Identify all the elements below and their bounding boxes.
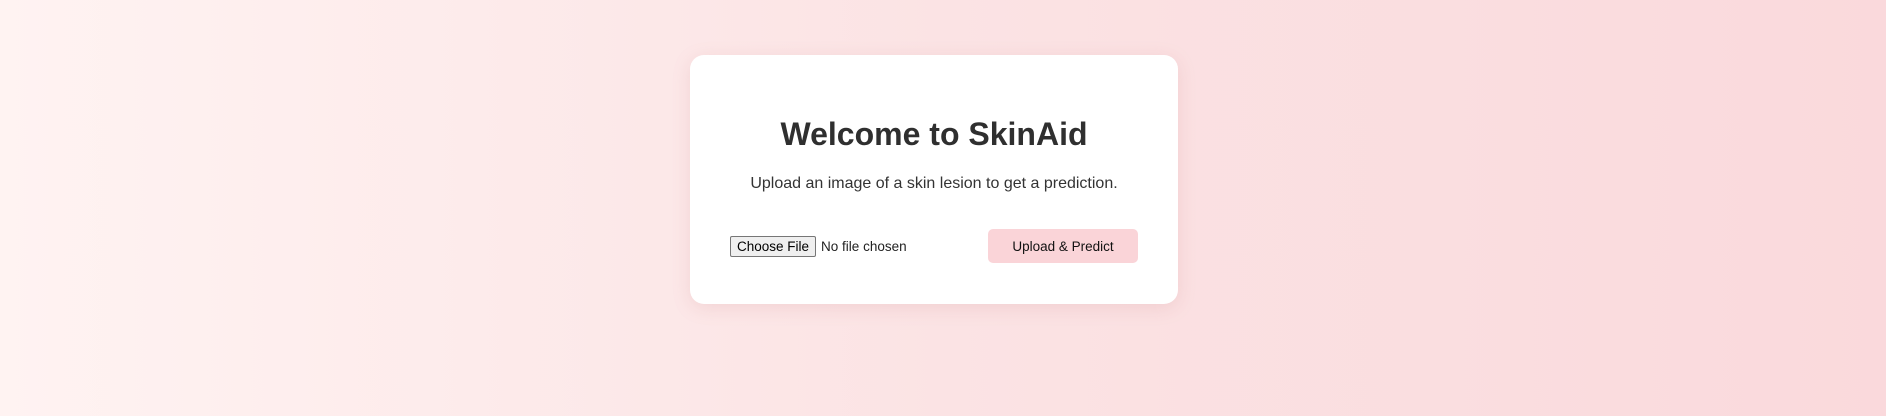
upload-predict-button[interactable]: Upload & Predict bbox=[988, 229, 1138, 263]
page-subtitle: Upload an image of a skin lesion to get … bbox=[750, 175, 1118, 192]
file-status-text: No file chosen bbox=[821, 239, 907, 254]
choose-file-button[interactable]: Choose File bbox=[730, 236, 817, 257]
upload-form: Choose File No file chosen Upload & Pred… bbox=[730, 229, 1138, 263]
page-title: Welcome to SkinAid bbox=[780, 116, 1088, 152]
upload-card: Welcome to SkinAid Upload an image of a … bbox=[690, 55, 1178, 304]
file-input[interactable]: Choose File No file chosen bbox=[730, 236, 907, 257]
